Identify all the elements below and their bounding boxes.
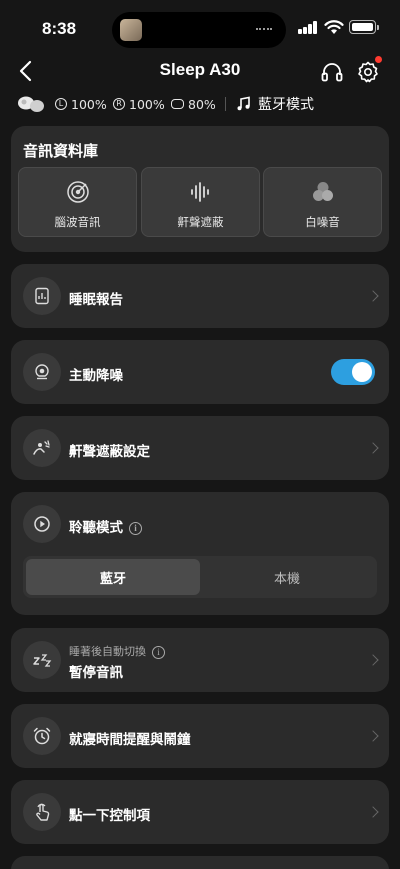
snore-icon <box>23 429 61 467</box>
info-icon[interactable]: i <box>129 521 142 535</box>
wifi-icon <box>324 20 344 34</box>
alarm-clock-icon <box>23 717 61 755</box>
tap-hand-icon <box>23 793 61 831</box>
bedtime-row[interactable]: 就寢時間提醒與鬧鐘 <box>11 704 389 768</box>
left-earbud-icon: L <box>55 98 67 110</box>
notification-dot <box>375 56 382 63</box>
listen-mode-label: 聆聽模式 <box>69 520 123 536</box>
auto-switch-row[interactable]: 睡著後自動切換 i 暫停音訊 <box>11 628 389 692</box>
row-label: 聆聽模式 i <box>69 516 142 536</box>
auto-switch-subtitle: 睡著後自動切換 <box>69 645 146 658</box>
tile-white-noise[interactable]: 白噪音 <box>263 167 382 237</box>
cellular-signal-icon <box>298 20 318 34</box>
anc-toggle[interactable] <box>331 359 375 385</box>
audio-library-card: 音訊資料庫 腦波音訊 鼾聲遮蔽 白噪音 <box>11 126 389 252</box>
divider <box>225 97 226 111</box>
row-label: 就寢時間提醒與鬧鐘 <box>69 732 191 748</box>
chevron-right-icon <box>367 730 379 742</box>
chevron-right-icon <box>367 290 379 302</box>
listen-mode-segmented: 藍牙 本機 <box>23 556 377 598</box>
row-label: 點一下控制項 <box>69 808 150 824</box>
anc-icon <box>23 353 61 391</box>
sleep-zzz-icon <box>23 641 61 679</box>
now-playing-artwork <box>120 19 142 41</box>
dynamic-island[interactable] <box>112 12 286 48</box>
tile-label: 白噪音 <box>305 215 340 229</box>
snore-settings-row[interactable]: 鼾聲遮蔽設定 <box>11 416 389 480</box>
tile-label: 鼾聲遮蔽 <box>177 215 224 229</box>
right-battery: R 100% <box>113 93 165 115</box>
status-time: 8:38 <box>42 19 77 38</box>
mode-label: 藍牙模式 <box>258 97 314 113</box>
row-sublabel: 睡著後自動切換 i <box>69 643 165 659</box>
right-battery-value: 100% <box>129 96 165 112</box>
gear-icon[interactable] <box>356 60 380 84</box>
section-title: 音訊資料庫 <box>23 142 99 160</box>
report-icon <box>23 277 61 315</box>
play-circle-icon <box>23 505 61 543</box>
music-note-icon <box>237 96 250 111</box>
left-battery: L 100% <box>55 93 107 115</box>
anc-row: 主動降噪 <box>11 340 389 404</box>
tile-snore-masking[interactable]: 鼾聲遮蔽 <box>141 167 260 237</box>
case-battery: 80% <box>171 93 216 115</box>
device-status-row: L 100% R 100% 80% 藍牙模式 <box>16 93 396 115</box>
soundwave-icon <box>191 182 209 202</box>
row-label: 鼾聲遮蔽設定 <box>69 444 150 460</box>
brainwave-target-icon <box>67 181 89 203</box>
info-icon[interactable]: i <box>152 645 165 659</box>
case-icon <box>171 99 184 109</box>
case-battery-value: 80% <box>188 96 216 112</box>
segment-bluetooth[interactable]: 藍牙 <box>26 559 200 595</box>
bluetooth-mode: 藍牙模式 <box>236 93 314 115</box>
left-battery-value: 100% <box>71 96 107 112</box>
chevron-right-icon <box>367 442 379 454</box>
audio-wave-icon <box>256 28 272 32</box>
headphones-icon[interactable] <box>320 60 344 84</box>
sleep-report-row[interactable]: 睡眠報告 <box>11 264 389 328</box>
right-earbud-icon: R <box>113 98 125 110</box>
next-row-partial[interactable] <box>11 856 389 869</box>
tap-controls-row[interactable]: 點一下控制項 <box>11 780 389 844</box>
tile-brainwave[interactable]: 腦波音訊 <box>18 167 137 237</box>
row-label: 睡眠報告 <box>69 292 123 308</box>
row-label: 主動降噪 <box>69 368 123 384</box>
segment-local[interactable]: 本機 <box>200 559 374 595</box>
row-value: 暫停音訊 <box>69 665 123 681</box>
earbuds-icon <box>18 96 44 112</box>
tile-label: 腦波音訊 <box>54 215 101 229</box>
circles-icon <box>313 182 333 201</box>
chevron-right-icon <box>367 806 379 818</box>
listen-mode-card: 聆聽模式 i 藍牙 本機 <box>11 492 389 615</box>
battery-icon <box>349 20 379 34</box>
status-bar: 8:38 <box>0 0 400 58</box>
chevron-right-icon <box>367 654 379 666</box>
